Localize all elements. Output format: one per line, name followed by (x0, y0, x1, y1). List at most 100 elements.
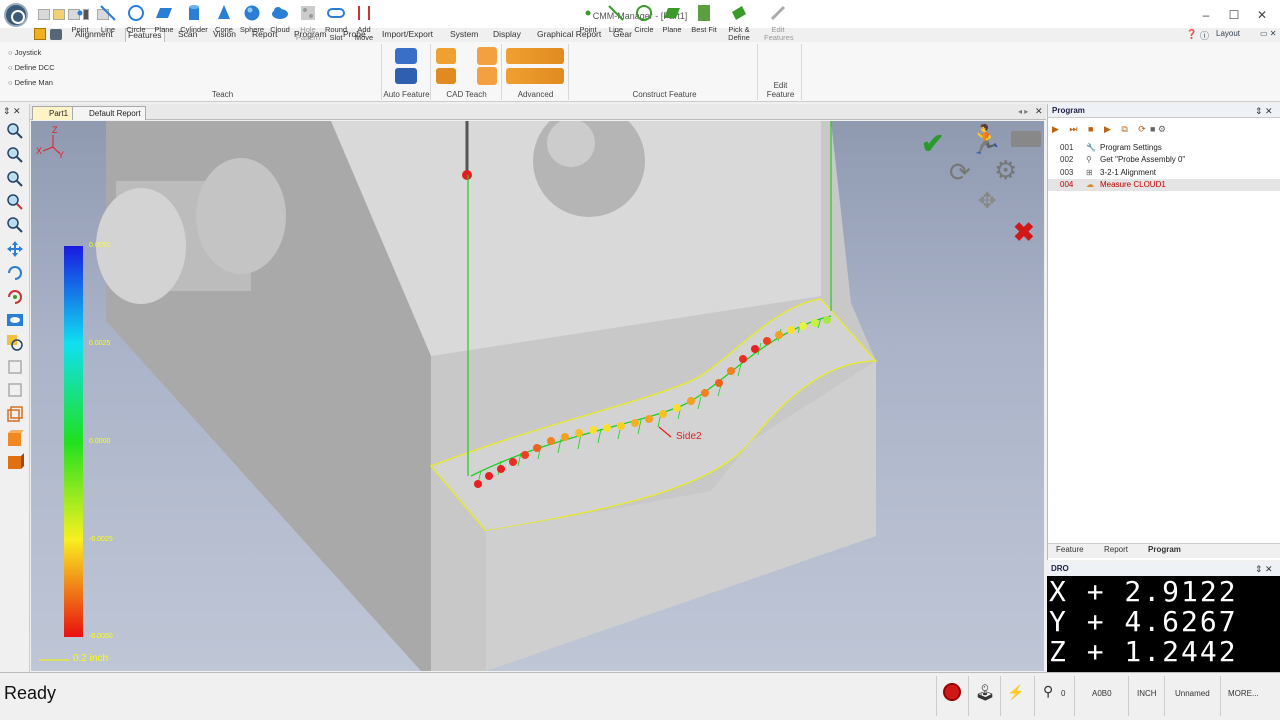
shaded-view-icon[interactable] (6, 429, 24, 447)
rotate-free-icon[interactable] (6, 288, 24, 306)
tab-display[interactable]: Display (491, 28, 523, 42)
best-fit-icon (695, 4, 713, 22)
teach-sphere-button[interactable]: Sphere (238, 2, 266, 34)
construct-circle-button[interactable]: Circle (630, 2, 658, 34)
workpiece-name: Unnamed (1175, 689, 1210, 698)
pan-icon[interactable] (6, 240, 24, 258)
construct-plane-button[interactable]: Plane (658, 2, 686, 34)
probe-change-icon[interactable] (1011, 131, 1041, 147)
teach-cloud-button[interactable]: Cloud (266, 2, 294, 34)
cad-surface-icon[interactable] (477, 47, 497, 65)
reject-x-icon[interactable]: ✖ (1013, 217, 1035, 248)
cad-3d-icon[interactable] (436, 68, 456, 84)
teach-add-move-button[interactable]: Add Move (350, 2, 378, 42)
close-document-icon[interactable]: ✕ (1035, 106, 1043, 117)
edit-features-button[interactable]: Edit Features (764, 2, 794, 42)
home-icon[interactable] (34, 28, 46, 40)
program-row-003[interactable]: 003 ⊞ 3-2-1 Alignment (1048, 167, 1280, 179)
construct-point-button[interactable]: Point (574, 2, 602, 34)
wireframe-view-icon[interactable] (6, 405, 24, 423)
iso-view-2-icon[interactable] (6, 381, 24, 399)
machine-status-icon[interactable]: ⚡ (1007, 684, 1024, 701)
dro-panel-pin-close[interactable]: ⇕ ✕ (1255, 564, 1273, 575)
zoom-selection-icon[interactable] (6, 334, 24, 352)
pan-arrows-icon[interactable]: ✥ (978, 188, 996, 214)
status-separator (1164, 676, 1165, 716)
run-program-icon[interactable]: 🏃 (968, 123, 1003, 156)
teach-line-button[interactable]: Line (94, 2, 122, 34)
dro-panel: DRO X + 2.9122 Y + 4.6267 Z + 1.2442 (1047, 562, 1280, 672)
maximize-button[interactable]: ☐ (1224, 7, 1244, 23)
gear-icon[interactable]: ⚙ (994, 155, 1017, 186)
axis-triad-icon (42, 135, 60, 154)
teach-plane-button[interactable]: Plane (150, 2, 178, 34)
radio-define-man[interactable]: Define Man (8, 78, 53, 87)
program-panel-pin-close[interactable]: ⇕ ✕ (1255, 106, 1273, 117)
construct-group: Construct Feature (572, 44, 758, 100)
tab-import-export[interactable]: Import/Export (380, 28, 435, 42)
solid-view-icon[interactable] (6, 452, 24, 470)
zoom-window-icon[interactable] (6, 170, 24, 188)
tab-scroll-arrows[interactable]: ◂ ▸ (1018, 107, 1028, 116)
program-row-002[interactable]: 002 ⚲ Get "Probe Assembly 0" (1048, 154, 1280, 166)
layout-menu[interactable]: Layout (1216, 29, 1240, 38)
probe-tip (462, 170, 472, 180)
doc-tab-default-report[interactable]: Default Report (72, 106, 146, 120)
view-mode-icon[interactable] (6, 311, 24, 329)
teach-cylinder-button[interactable]: Cylinder (180, 2, 208, 34)
info-icon[interactable]: ⓘ (1200, 29, 1209, 42)
minimize-button[interactable]: – (1196, 7, 1216, 23)
panel-tab-report[interactable]: Report (1104, 545, 1128, 554)
advanced-tools-row1[interactable] (506, 48, 564, 64)
auto-2d-icon[interactable] (395, 48, 417, 64)
construct-pick-define-button[interactable]: Pick & Define (722, 2, 756, 42)
teach-circle-button[interactable]: Circle (122, 2, 150, 34)
program-row-001[interactable]: 001 🔧 Program Settings (1048, 142, 1280, 154)
teach-round-slot-button[interactable]: Round Slot (322, 2, 350, 42)
zoom-in-icon[interactable] (6, 122, 24, 140)
close-button[interactable]: ✕ (1252, 7, 1272, 23)
cloud-icon (271, 4, 289, 22)
joystick-icon[interactable]: 🕹 (975, 683, 995, 703)
zoom-fit-icon[interactable] (6, 193, 24, 211)
tab-system[interactable]: System (448, 28, 480, 42)
restore-panel-icon[interactable]: ▭ ✕ (1260, 29, 1276, 38)
advanced-tools-row2[interactable] (506, 68, 564, 84)
teach-point-button[interactable]: Point (66, 2, 94, 34)
construct-plane-icon (663, 4, 681, 22)
toolbar-pin-icon[interactable]: ⇕ ✕ (3, 106, 21, 117)
dro-title: DRO (1047, 562, 1280, 576)
program-toolbar[interactable]: ▶ ⏭ ■ ▶ ⧉ ⟳ (1052, 124, 1150, 135)
auto-feature-label: Auto Feature (383, 90, 430, 99)
iso-view-icon[interactable] (6, 358, 24, 376)
radio-joystick[interactable]: Joystick (8, 48, 42, 57)
scale-label: 0.2 inch (73, 653, 109, 664)
zoom-out-icon[interactable] (6, 146, 24, 164)
probe-count: 0 (1061, 689, 1066, 698)
doc-tab-part1[interactable]: Part1 (32, 106, 74, 120)
program-tools-icons[interactable]: ■ ⚙ (1150, 124, 1166, 135)
construct-line-button[interactable]: Line (602, 2, 630, 34)
accept-check-icon[interactable]: ✔ (921, 127, 944, 160)
unit-indicator[interactable]: INCH (1137, 689, 1157, 698)
auto-3d-icon[interactable] (395, 68, 417, 84)
cad-viewport[interactable]: Z X Y 0.0050 0.0025 0.0000 -0.0025 -0.00… (31, 121, 1044, 671)
radio-define-dcc[interactable]: Define DCC (8, 63, 55, 72)
program-row-004[interactable]: 004 ☁ Measure CLOUD1 (1048, 179, 1280, 191)
rotate-view-icon[interactable]: ⟳ (949, 157, 971, 188)
axis-label-x: X (36, 146, 43, 156)
help-icon[interactable]: ❓ (1186, 29, 1197, 40)
zoom-all-icon[interactable] (6, 216, 24, 234)
rotate-icon[interactable] (6, 264, 24, 282)
more-button[interactable]: MORE... (1228, 689, 1259, 698)
settings-icon[interactable] (50, 29, 62, 40)
construct-best-fit-button[interactable]: Best Fit (690, 2, 718, 34)
teach-hole-pattern-button[interactable]: Hole Pattern (294, 2, 322, 42)
panel-tab-feature[interactable]: Feature (1056, 545, 1084, 554)
emergency-stop-icon[interactable] (943, 683, 961, 701)
teach-cone-button[interactable]: Cone (210, 2, 238, 34)
panel-tab-program[interactable]: Program (1148, 545, 1181, 554)
cad-2d-icon[interactable] (436, 48, 456, 64)
cad-grid-icon[interactable] (477, 67, 497, 85)
pick-define-icon (730, 4, 748, 22)
